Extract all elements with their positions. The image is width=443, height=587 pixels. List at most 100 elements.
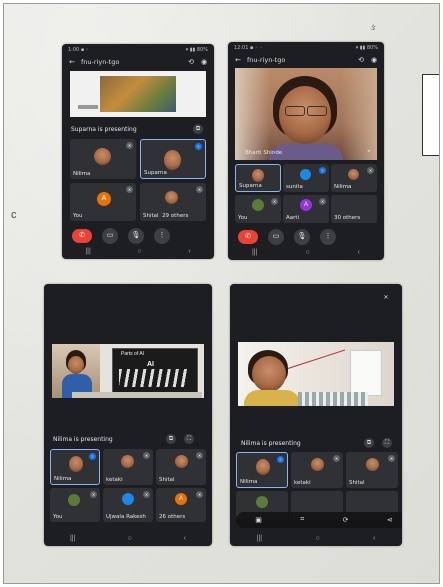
participant-tile[interactable]: Nilima ≡ (50, 449, 100, 485)
home-icon[interactable]: ○ (305, 249, 309, 258)
participant-video (68, 494, 80, 506)
speaker-icon[interactable]: ◉ (370, 56, 378, 64)
pin-icon[interactable]: ⌖ (365, 148, 373, 156)
speaking-icon: ≡ (277, 456, 284, 463)
participant-tile[interactable]: 30 others (331, 195, 377, 223)
participant-tile[interactable]: A You ✕ (70, 183, 136, 221)
mic-off-icon: ✕ (143, 491, 150, 498)
presenter-face (252, 356, 286, 392)
mic-toggle-button[interactable]: 🎙 (128, 228, 144, 244)
participant-video (175, 455, 188, 468)
participant-tile[interactable]: Ujwala Rakesh ✕ (103, 488, 153, 522)
end-call-button[interactable]: ✆ (72, 229, 92, 243)
participant-name: ketaki (294, 480, 311, 486)
stop-presenting-icon[interactable]: ⧉ (193, 124, 203, 134)
slide-diagram (119, 369, 189, 387)
participant-tile[interactable]: Nilima ≡ (236, 452, 288, 488)
participant-name: Nilima (54, 476, 72, 482)
participant-tile[interactable]: A 26 others ✕ (156, 488, 206, 522)
camera-toggle-button[interactable]: ▭ (268, 229, 284, 245)
share-icon[interactable]: ⧉ (166, 434, 176, 444)
participant-video (164, 150, 181, 170)
switch-camera-icon[interactable]: ⟲ (187, 58, 195, 66)
rotate-icon[interactable]: ⟳ (343, 516, 349, 524)
mic-off-icon: ✕ (333, 455, 340, 462)
back-arrow-icon[interactable]: ← (68, 58, 76, 66)
back-arrow-icon[interactable]: ← (234, 56, 242, 64)
slide-title: Parts of AI (121, 351, 145, 357)
desk-strip (72, 392, 202, 398)
recents-icon[interactable]: ||| (70, 535, 75, 544)
meet-top-bar: ← fnu-riyn-tgo ⟲ ◉ (234, 54, 378, 66)
back-icon[interactable]: ‹ (373, 535, 375, 544)
switch-camera-icon[interactable]: ⟲ (357, 56, 365, 64)
back-icon[interactable]: ‹ (358, 249, 360, 258)
share-icon[interactable]: ⋖ (387, 516, 393, 524)
fullscreen-icon[interactable]: ⛶ (382, 438, 392, 448)
home-icon[interactable]: ○ (137, 248, 141, 257)
slide-caption-line (78, 105, 98, 109)
presenting-label: Nilima is presenting (241, 440, 301, 447)
participant-tile[interactable]: Suparna (235, 164, 281, 192)
screenshot-toolbar: ▣ ⌗ ⟳ ⋖ (236, 512, 402, 528)
participant-name: Suparna (239, 183, 262, 189)
crop-icon[interactable]: ⌗ (300, 516, 304, 524)
mic-toggle-button[interactable]: 🎙 (294, 229, 310, 245)
desk-items (298, 392, 368, 406)
participant-tile[interactable]: ketaki ✕ (103, 449, 153, 485)
share-icon[interactable]: ⧉ (364, 438, 374, 448)
recents-icon[interactable]: ||| (85, 248, 90, 257)
recents-icon[interactable]: ||| (252, 249, 257, 258)
end-call-button[interactable]: ✆ (238, 230, 258, 244)
fullscreen-icon[interactable]: ⛶ (184, 434, 194, 444)
participant-name: Shital (349, 480, 365, 486)
participant-name: Ujwala Rakesh (106, 514, 146, 520)
status-bar: 1:00 ▪ ◦ ▾ ▮▮ 80% (68, 47, 208, 53)
call-controls: ✆ ▭ 🎙 ⋮ (72, 228, 170, 244)
participant-name: sunita (286, 184, 303, 190)
android-nav-bar: ||| ○ ‹ (230, 535, 402, 544)
participant-name: Suparna (144, 170, 167, 176)
mic-off-icon: ✕ (90, 491, 97, 498)
home-icon[interactable]: ○ (127, 535, 131, 544)
participant-video (94, 148, 111, 165)
participant-tile[interactable]: You ✕ (50, 488, 100, 522)
presenter-clothes (244, 390, 300, 406)
mic-off-icon: ✕ (126, 142, 133, 149)
popup-text: F (439, 89, 440, 110)
back-icon[interactable]: ‹ (188, 248, 190, 257)
participant-tile[interactable]: Shital 29 others ✕ (140, 183, 206, 221)
speaker-name: Bharti Shinde (245, 150, 283, 156)
participant-tile[interactable]: sunita ≡ (283, 164, 329, 192)
avatar: A (97, 192, 111, 206)
recents-icon[interactable]: ||| (257, 535, 262, 544)
back-icon[interactable]: ‹ (184, 535, 186, 544)
participant-tile[interactable]: You ✕ (235, 195, 281, 223)
participant-video (311, 458, 324, 471)
status-bar: 12:01 ▪ ◦ ◦ ▾ ▮▮ 80% (234, 45, 378, 51)
more-options-button[interactable]: ⋮ (154, 228, 170, 244)
participant-tile[interactable]: ketaki ✕ (291, 452, 343, 488)
more-options-button[interactable]: ⋮ (320, 229, 336, 245)
home-icon[interactable]: ○ (315, 535, 319, 544)
participant-tile[interactable]: Shital ✕ (156, 449, 206, 485)
speaker-icon[interactable]: ◉ (200, 58, 208, 66)
participant-video (366, 458, 379, 471)
mic-off-icon: ✕ (143, 452, 150, 459)
thumbnail-icon[interactable]: ▣ (255, 516, 262, 524)
phone-screenshot-1: 1:00 ▪ ◦ ▾ ▮▮ 80% ← fnu-riyn-tgo ⟲ ◉ Supa… (62, 44, 214, 259)
shared-screen (70, 71, 206, 117)
camera-toggle-button[interactable]: ▭ (102, 228, 118, 244)
participant-name: Nilima (240, 479, 258, 485)
participant-video (252, 199, 264, 211)
participant-tile[interactable]: Suparna ≡ (140, 139, 206, 179)
participant-video (69, 456, 83, 472)
participant-tile[interactable]: Nilima ✕ (70, 139, 136, 179)
speaking-icon: ≡ (319, 167, 326, 174)
participant-tile[interactable]: Shital ✕ (346, 452, 398, 488)
participant-tile[interactable]: A Aarti ✕ (283, 195, 329, 223)
speaking-icon: ≡ (195, 143, 202, 150)
participant-tile[interactable]: Nilima ✕ (331, 164, 377, 192)
speaking-icon: ≡ (89, 453, 96, 460)
participant-name: You (238, 215, 248, 221)
